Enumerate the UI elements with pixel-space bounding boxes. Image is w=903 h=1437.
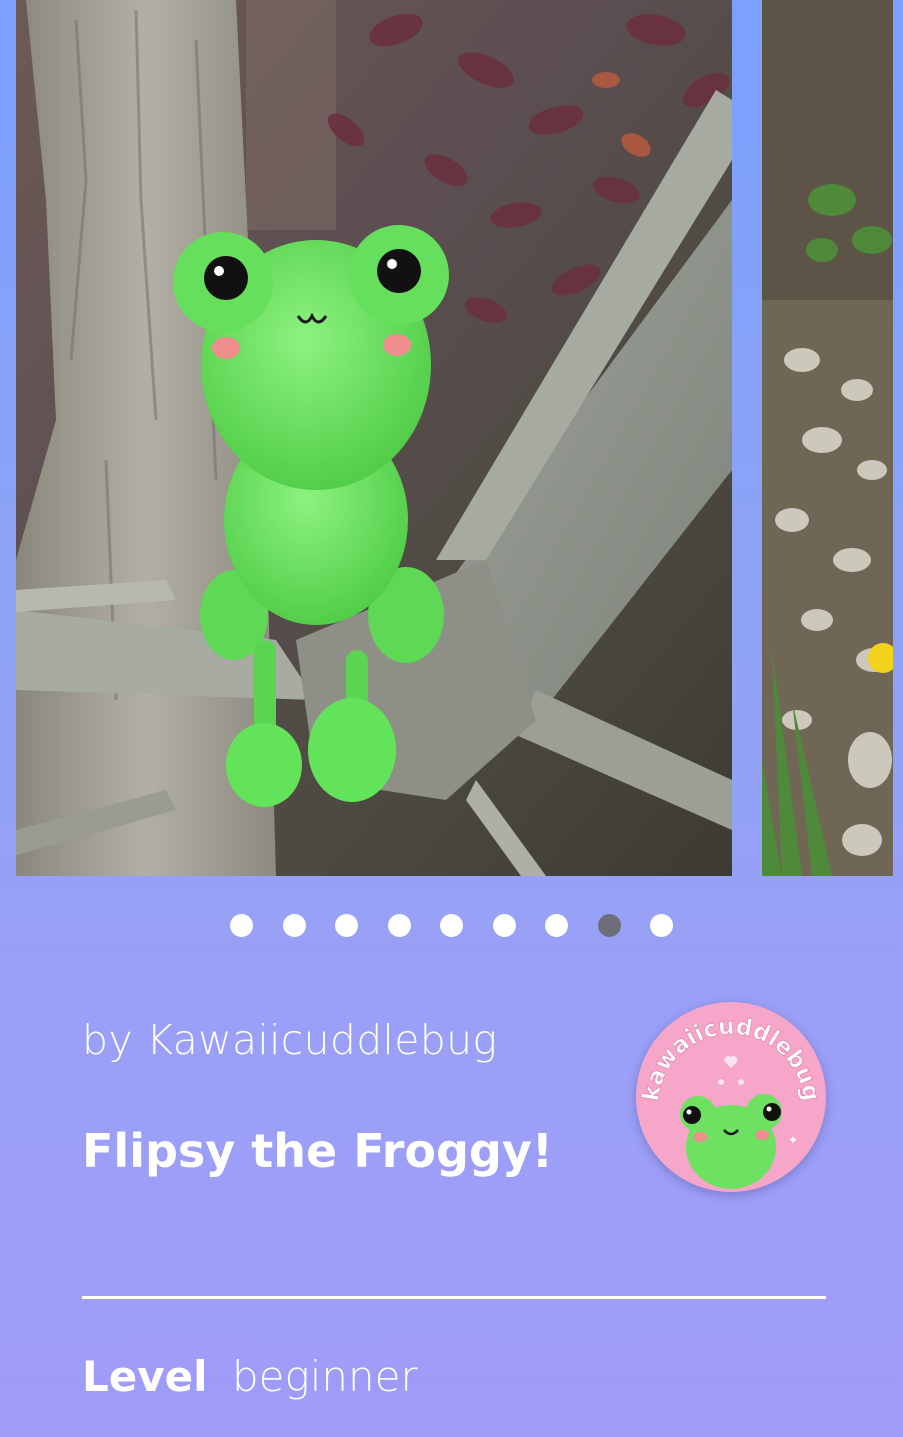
- carousel-slide-garden-photo[interactable]: [762, 0, 893, 876]
- carousel-dot[interactable]: [335, 914, 358, 937]
- author-prefix: by: [82, 1016, 133, 1064]
- level-value: beginner: [232, 1352, 418, 1401]
- avatar-logo-image: kawaiicuddlebug ✦: [636, 1002, 826, 1192]
- carousel-dot[interactable]: [440, 914, 463, 937]
- carousel-dot[interactable]: [230, 914, 253, 937]
- carousel-dot[interactable]: [492, 914, 516, 937]
- carousel-slide-frog-photo[interactable]: [16, 0, 732, 876]
- photo-carousel[interactable]: [0, 0, 903, 878]
- carousel-pagination: [0, 914, 903, 937]
- carousel-dot[interactable]: [387, 914, 411, 937]
- level-label: Level: [82, 1352, 208, 1401]
- carousel-dot[interactable]: [282, 914, 306, 937]
- carousel-dot[interactable]: [650, 914, 673, 937]
- carousel-dot[interactable]: [597, 914, 621, 937]
- svg-text:✦: ✦: [788, 1133, 798, 1147]
- pattern-title: Flipsy the Froggy!: [82, 1124, 553, 1178]
- frog-photo-image: [16, 0, 732, 876]
- carousel-dot[interactable]: [545, 914, 568, 937]
- section-divider: [82, 1296, 826, 1299]
- author-avatar[interactable]: kawaiicuddlebug ✦: [636, 1002, 826, 1192]
- author-name-link[interactable]: Kawaiicuddlebug: [146, 1016, 497, 1064]
- author-line: by Kawaiicuddlebug: [82, 1016, 497, 1064]
- garden-photo-image: [762, 0, 893, 876]
